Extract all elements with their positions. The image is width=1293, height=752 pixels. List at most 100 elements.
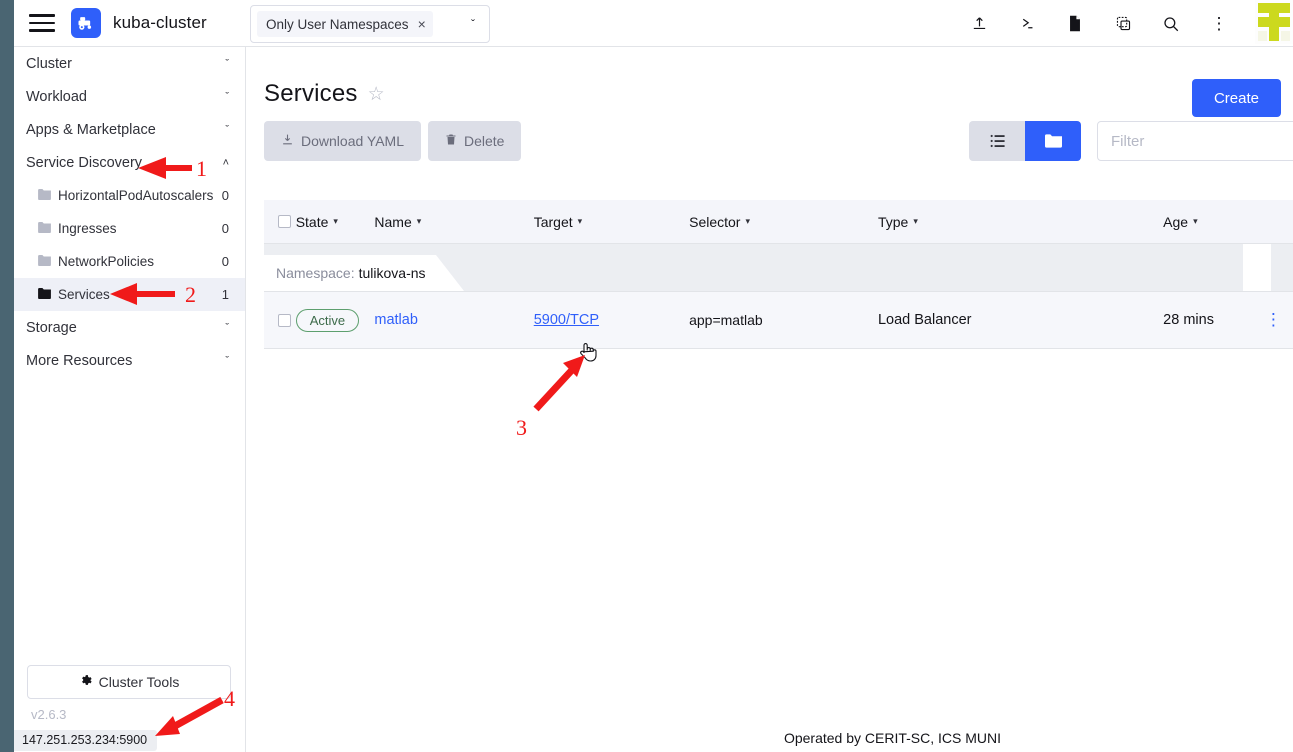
cluster-name-label: kuba-cluster [113, 13, 207, 33]
column-header-target[interactable]: Target ▾ [534, 214, 689, 230]
page-header: Services ☆ [246, 47, 1293, 109]
namespace-group-gap [1243, 244, 1271, 292]
sidebar-group-storage[interactable]: Storage ˇ [14, 311, 245, 344]
download-kubeconfig-icon[interactable] [1099, 0, 1147, 47]
row-checkbox[interactable] [278, 314, 291, 327]
sort-icon: ▾ [1193, 217, 1198, 225]
chevron-down-icon: ˇ [225, 91, 229, 103]
sidebar-item-horizontalpodautoscalers[interactable]: HorizontalPodAutoscalers 0 [14, 179, 245, 212]
chevron-down-icon: ˇ [225, 355, 229, 367]
kebab-menu-icon[interactable]: ⋮ [1265, 314, 1282, 326]
create-button[interactable]: Create [1192, 79, 1281, 117]
namespace-filter-select[interactable]: Only User Namespaces × ˇ [250, 5, 490, 43]
sidebar-group-label: Cluster [26, 56, 225, 72]
column-header-label: Selector [689, 214, 740, 230]
cluster-tools-label: Cluster Tools [99, 674, 180, 690]
namespace-group-row: Namespace: tulikova-ns [264, 244, 1293, 292]
delete-button[interactable]: Delete [428, 121, 521, 161]
sidebar-item-label: HorizontalPodAutoscalers [58, 188, 222, 203]
sidebar-item-label: NetworkPolicies [58, 254, 222, 269]
column-header-age[interactable]: Age ▾ [1163, 214, 1253, 230]
list-view-icon[interactable] [969, 121, 1025, 161]
muni-logo [1255, 0, 1293, 44]
sidebar-item-count: 0 [222, 254, 229, 269]
left-edge-strip [0, 0, 14, 752]
cluster-tools-button[interactable]: Cluster Tools [27, 665, 231, 699]
header-actions: ⋮ [955, 0, 1243, 47]
select-all-checkbox[interactable] [278, 215, 291, 228]
kubectl-shell-icon[interactable] [1003, 0, 1051, 47]
main-content: Services ☆ Create Download YAML Del [246, 47, 1293, 752]
view-toggle-group [969, 121, 1081, 161]
sidebar-item-count: 1 [222, 287, 229, 302]
target-port-link[interactable]: 5900/TCP [534, 312, 599, 328]
folder-icon [38, 221, 51, 236]
sort-icon: ▾ [333, 217, 338, 225]
row-actions-cell: ⋮ [1254, 314, 1293, 326]
sidebar-item-services[interactable]: Services 1 [14, 278, 245, 311]
sidebar: Cluster ˇ Workload ˇ Apps & Marketplace … [14, 47, 246, 752]
group-view-icon[interactable] [1025, 121, 1081, 161]
docs-icon[interactable] [1051, 0, 1099, 47]
cell-age: 28 mins [1163, 312, 1253, 328]
sort-icon: ▾ [417, 217, 422, 225]
cell-state: Active [296, 309, 375, 332]
chevron-down-icon: ˇ [225, 322, 229, 334]
sidebar-item-count: 0 [222, 221, 229, 236]
sidebar-group-label: Service Discovery [26, 155, 223, 171]
folder-icon [38, 188, 51, 203]
column-header-selector[interactable]: Selector ▾ [689, 214, 878, 230]
sidebar-item-networkpolicies[interactable]: NetworkPolicies 0 [14, 245, 245, 278]
namespace-group-value: tulikova-ns [359, 265, 426, 281]
status-badge: Active [296, 309, 359, 332]
trash-icon [445, 133, 457, 149]
page-title: Services [264, 80, 358, 108]
hamburger-icon[interactable] [29, 14, 55, 32]
top-header: kuba-cluster Only User Namespaces × ˇ [14, 0, 1293, 47]
sidebar-group-label: Workload [26, 89, 225, 105]
namespace-filter-pill[interactable]: Only User Namespaces × [257, 11, 433, 37]
download-icon [281, 133, 294, 149]
download-yaml-button[interactable]: Download YAML [264, 121, 421, 161]
column-header-label: Age [1163, 214, 1188, 230]
column-header-label: Type [878, 214, 908, 230]
sort-icon: ▾ [578, 217, 583, 225]
chevron-down-icon: ˇ [225, 58, 229, 70]
select-all-cell [264, 215, 296, 228]
chevron-up-icon: ˄ [223, 157, 229, 169]
download-yaml-label: Download YAML [301, 133, 404, 149]
namespace-group-tab[interactable]: Namespace: tulikova-ns [264, 255, 464, 291]
sidebar-group-cluster[interactable]: Cluster ˇ [14, 47, 245, 80]
filter-input[interactable] [1097, 121, 1293, 161]
cluster-icon [71, 8, 101, 38]
table-row[interactable]: Active matlab 5900/TCP app=matlab Load B… [264, 292, 1293, 349]
column-header-label: Target [534, 214, 573, 230]
sidebar-item-ingresses[interactable]: Ingresses 0 [14, 212, 245, 245]
service-name-link[interactable]: matlab [374, 312, 418, 328]
star-outline-icon[interactable]: ☆ [368, 83, 385, 106]
sidebar-group-label: Apps & Marketplace [26, 122, 225, 138]
table-toolbar: Download YAML Delete [246, 121, 1293, 177]
sidebar-group-label: More Resources [26, 353, 225, 369]
column-header-name[interactable]: Name ▾ [374, 214, 533, 230]
column-header-state[interactable]: State ▾ [296, 214, 375, 230]
sidebar-group-apps-marketplace[interactable]: Apps & Marketplace ˇ [14, 113, 245, 146]
cell-target: 5900/TCP [534, 312, 689, 328]
sidebar-group-more-resources[interactable]: More Resources ˇ [14, 344, 245, 377]
sidebar-item-label: Services [58, 287, 222, 302]
search-icon[interactable] [1147, 0, 1195, 47]
folder-icon [38, 287, 51, 302]
sidebar-item-label: Ingresses [58, 221, 222, 236]
sidebar-group-workload[interactable]: Workload ˇ [14, 80, 245, 113]
import-yaml-icon[interactable] [955, 0, 1003, 47]
kebab-menu-icon[interactable]: ⋮ [1195, 0, 1243, 47]
chevron-down-icon[interactable]: ˇ [471, 17, 475, 31]
folder-icon [38, 254, 51, 269]
app-root: kuba-cluster Only User Namespaces × ˇ [0, 0, 1293, 752]
cell-name: matlab [374, 312, 533, 328]
column-header-type[interactable]: Type ▾ [878, 214, 1163, 230]
sidebar-group-service-discovery[interactable]: Service Discovery ˄ [14, 146, 245, 179]
delete-label: Delete [464, 133, 504, 149]
close-icon[interactable]: × [418, 17, 426, 31]
column-header-label: Name [374, 214, 411, 230]
